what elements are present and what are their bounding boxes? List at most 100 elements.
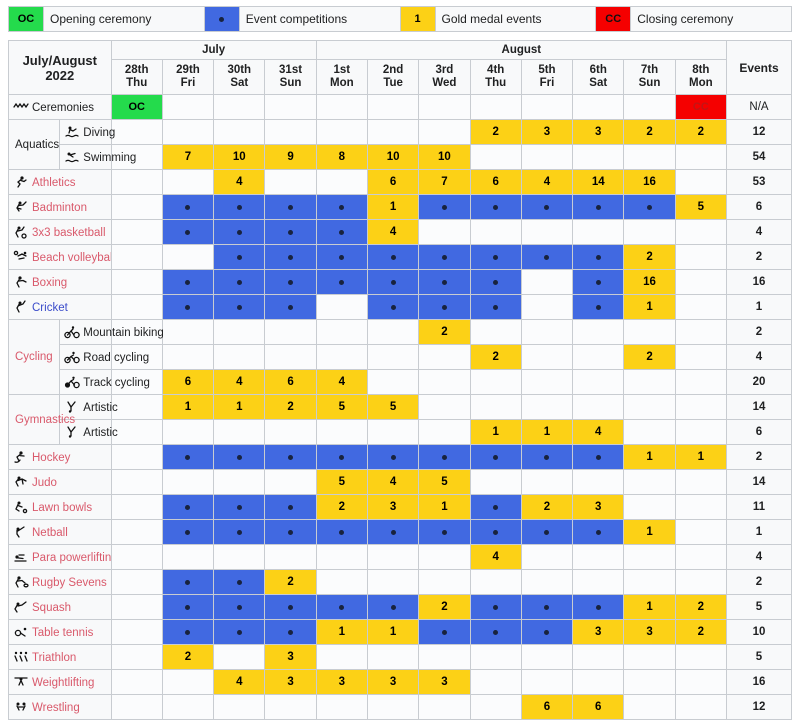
competition-cell[interactable] — [213, 519, 266, 545]
competition-cell[interactable] — [213, 619, 266, 645]
gold-medal-cell[interactable]: 1 — [418, 494, 471, 520]
competition-cell[interactable] — [213, 569, 266, 595]
gold-medal-cell[interactable]: 1 — [161, 394, 215, 420]
competition-cell[interactable] — [264, 519, 317, 545]
competition-cell[interactable] — [572, 269, 625, 295]
competition-cell[interactable] — [418, 194, 471, 220]
competition-cell[interactable] — [520, 244, 574, 270]
competition-cell[interactable] — [264, 594, 317, 620]
gold-medal-cell[interactable]: 2 — [264, 569, 317, 595]
gold-medal-cell[interactable]: 7 — [161, 144, 215, 170]
sport-beach-volleyball[interactable]: Beach volleyball — [8, 244, 112, 270]
competition-cell[interactable] — [264, 244, 317, 270]
competition-cell[interactable] — [161, 519, 215, 545]
competition-cell[interactable] — [213, 244, 266, 270]
sport-track-cycling[interactable]: Track cycling — [59, 369, 150, 395]
competition-cell[interactable] — [161, 569, 215, 595]
sport-diving[interactable]: Diving — [59, 119, 115, 145]
competition-cell[interactable] — [418, 269, 471, 295]
gold-medal-cell[interactable]: 4 — [213, 369, 266, 395]
gold-medal-cell[interactable]: 1 — [315, 619, 368, 645]
competition-cell[interactable] — [264, 494, 317, 520]
gold-medal-cell[interactable]: 6 — [572, 694, 625, 720]
sport-wrestling[interactable]: Wrestling — [8, 694, 112, 720]
competition-cell[interactable] — [469, 594, 522, 620]
gold-medal-cell[interactable]: 3 — [572, 494, 625, 520]
competition-cell[interactable] — [572, 194, 625, 220]
gold-medal-cell[interactable]: 4 — [366, 469, 420, 495]
sport-rugby-sevens[interactable]: Rugby Sevens — [8, 569, 112, 595]
gold-medal-cell[interactable]: 6 — [161, 369, 215, 395]
competition-cell[interactable] — [366, 244, 420, 270]
gold-medal-cell[interactable]: 1 — [213, 394, 266, 420]
competition-cell[interactable] — [418, 619, 471, 645]
competition-cell[interactable] — [418, 444, 471, 470]
competition-cell[interactable] — [469, 519, 522, 545]
gold-medal-cell[interactable]: 8 — [315, 144, 368, 170]
gold-medal-cell[interactable]: 2 — [623, 344, 676, 370]
competition-cell[interactable] — [315, 219, 368, 245]
sport-judo[interactable]: Judo — [8, 469, 112, 495]
competition-cell[interactable] — [572, 594, 625, 620]
competition-cell[interactable] — [161, 194, 215, 220]
competition-cell[interactable] — [623, 194, 676, 220]
competition-cell[interactable] — [264, 619, 317, 645]
gold-medal-cell[interactable]: 2 — [418, 594, 471, 620]
competition-cell[interactable] — [161, 219, 215, 245]
gold-medal-cell[interactable]: 1 — [366, 194, 420, 220]
competition-cell[interactable] — [161, 269, 215, 295]
competition-cell[interactable] — [366, 594, 420, 620]
competition-cell[interactable] — [469, 194, 522, 220]
competition-cell[interactable] — [418, 244, 471, 270]
gold-medal-cell[interactable]: 3 — [366, 494, 420, 520]
gold-medal-cell[interactable]: 2 — [315, 494, 368, 520]
competition-cell[interactable] — [264, 444, 317, 470]
gold-medal-cell[interactable]: 4 — [213, 669, 266, 695]
gold-medal-cell[interactable]: 2 — [161, 644, 215, 670]
competition-cell[interactable] — [418, 294, 471, 320]
competition-cell[interactable] — [520, 444, 574, 470]
sport-group-gymnastics[interactable]: Gymnastics — [7, 394, 75, 445]
gold-medal-cell[interactable]: 1 — [623, 444, 676, 470]
gold-medal-cell[interactable]: 1 — [520, 419, 574, 445]
gold-medal-cell[interactable]: 4 — [213, 169, 266, 195]
sport-group-aquatics[interactable]: Aquatics — [7, 119, 61, 170]
competition-cell[interactable] — [469, 294, 522, 320]
competition-cell[interactable] — [213, 219, 266, 245]
sport-netball[interactable]: Netball — [8, 519, 112, 545]
gold-medal-cell[interactable]: 3 — [520, 119, 574, 145]
gold-medal-cell[interactable]: 4 — [366, 219, 420, 245]
competition-cell[interactable] — [572, 519, 625, 545]
competition-cell[interactable] — [213, 494, 266, 520]
gold-medal-cell[interactable]: 10 — [418, 144, 471, 170]
sport-3x3-basketball[interactable]: 3x3 basketball — [8, 219, 112, 245]
sport-swimming[interactable]: Swimming — [59, 144, 136, 170]
competition-cell[interactable] — [366, 519, 420, 545]
gold-medal-cell[interactable]: 6 — [469, 169, 522, 195]
gold-medal-cell[interactable]: 2 — [674, 119, 728, 145]
competition-cell[interactable] — [161, 444, 215, 470]
competition-cell[interactable] — [572, 444, 625, 470]
gold-medal-cell[interactable]: 3 — [623, 619, 676, 645]
gold-medal-cell[interactable]: 9 — [264, 144, 317, 170]
gold-medal-cell[interactable]: 3 — [418, 669, 471, 695]
competition-cell[interactable] — [264, 269, 317, 295]
gold-medal-cell[interactable]: 16 — [623, 169, 676, 195]
competition-cell[interactable] — [213, 594, 266, 620]
competition-cell[interactable] — [264, 219, 317, 245]
sport-table-tennis[interactable]: Table tennis — [8, 619, 112, 645]
competition-cell[interactable] — [315, 594, 368, 620]
gold-medal-cell[interactable]: 1 — [623, 594, 676, 620]
sport-badminton[interactable]: Badminton — [8, 194, 112, 220]
competition-cell[interactable] — [315, 244, 368, 270]
competition-cell[interactable] — [572, 294, 625, 320]
sport-para-powerlifting[interactable]: Para powerlifting — [8, 544, 112, 570]
competition-cell[interactable] — [161, 594, 215, 620]
sport-mountain-biking[interactable]: Mountain biking — [59, 319, 164, 345]
gold-medal-cell[interactable]: 5 — [315, 394, 368, 420]
gold-medal-cell[interactable]: 2 — [674, 594, 728, 620]
gold-medal-cell[interactable]: 1 — [366, 619, 420, 645]
competition-cell[interactable] — [213, 269, 266, 295]
competition-cell[interactable] — [315, 194, 368, 220]
gold-medal-cell[interactable]: 2 — [469, 344, 522, 370]
